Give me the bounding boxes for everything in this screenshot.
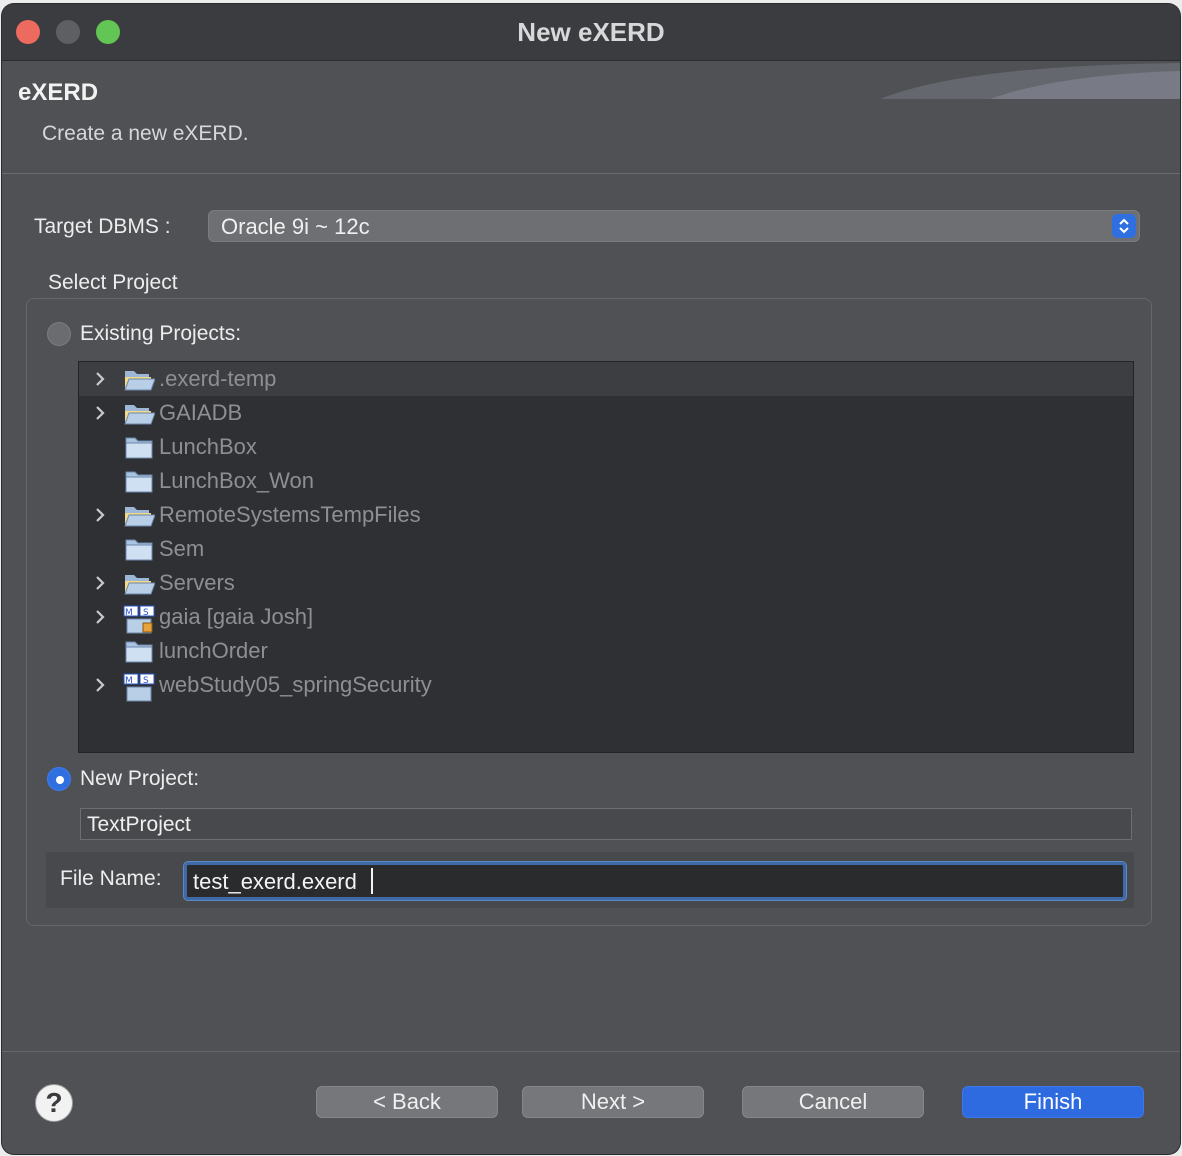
chevron-right-icon[interactable] [92, 405, 108, 421]
tree-item[interactable]: M SwebStudy05_springSecurity [79, 668, 1133, 702]
project-tree[interactable]: .exerd-temp GAIADB LunchBox LunchBox_Won Rem… [78, 361, 1134, 753]
svg-text:S: S [143, 608, 149, 618]
chevron-right-icon[interactable] [92, 371, 108, 387]
file-name-input-wrapper [183, 861, 1127, 901]
tree-item[interactable]: .exerd-temp [79, 362, 1133, 396]
closed-folder-icon [123, 469, 155, 495]
footer-divider [2, 1051, 1180, 1052]
existing-projects-radio[interactable] [47, 322, 71, 346]
new-project-name-value: TextProject [87, 813, 191, 836]
wizard-page-title: eXERD [18, 79, 99, 106]
next-button[interactable]: Next > [522, 1086, 704, 1118]
finish-button[interactable]: Finish [962, 1086, 1144, 1118]
closed-folder-icon [123, 435, 155, 461]
file-name-input[interactable] [193, 869, 1093, 895]
closed-folder-icon [123, 639, 155, 665]
tree-item-label: Sem [159, 536, 205, 561]
tree-item[interactable]: lunchOrder [79, 634, 1133, 668]
target-dbms-label: Target DBMS : [34, 215, 171, 238]
banner-wave-graphic [880, 63, 1180, 99]
new-exerd-dialog: New eXERD eXERD Create a new eXERD. Targ… [2, 4, 1180, 1154]
target-dbms-select[interactable]: Oracle 9i ~ 12c [208, 210, 1140, 242]
existing-projects-label: Existing Projects: [80, 322, 242, 345]
chevron-right-icon[interactable] [92, 677, 108, 693]
select-project-label: Select Project [48, 271, 178, 294]
svg-text:S: S [143, 676, 149, 686]
open-folder-icon [123, 571, 156, 597]
tree-item[interactable]: Sem [79, 532, 1133, 566]
back-button[interactable]: < Back [316, 1086, 498, 1118]
help-button[interactable]: ? [35, 1084, 73, 1122]
tree-item[interactable]: LunchBox_Won [79, 464, 1133, 498]
maven-project-icon: MS [123, 673, 155, 702]
tree-item-label: Servers [159, 570, 235, 595]
tree-item[interactable]: M Sgaia [gaia Josh] [79, 600, 1133, 634]
wizard-header: eXERD Create a new eXERD. [2, 61, 1180, 174]
radio-selected-dot [56, 776, 64, 784]
closed-folder-icon [123, 537, 155, 563]
new-project-radio[interactable] [47, 767, 71, 791]
new-project-name-field[interactable]: TextProject [80, 808, 1132, 840]
file-name-label: File Name: [60, 867, 162, 890]
svg-text:M: M [125, 676, 133, 686]
open-folder-icon [123, 367, 156, 393]
tree-item-label: LunchBox [159, 434, 257, 459]
chevron-right-icon[interactable] [92, 609, 108, 625]
tree-item-label: gaia [gaia Josh] [159, 604, 314, 629]
svg-text:M: M [125, 608, 133, 618]
title-bar: New eXERD [2, 4, 1180, 61]
tree-item-label: GAIADB [159, 400, 243, 425]
up-down-chevron-icon [1112, 214, 1136, 238]
chevron-right-icon[interactable] [92, 575, 108, 591]
tree-item-label: RemoteSystemsTempFiles [159, 502, 421, 527]
tree-item[interactable]: GAIADB [79, 396, 1133, 430]
tree-item[interactable]: LunchBox [79, 430, 1133, 464]
tree-item[interactable]: RemoteSystemsTempFiles [79, 498, 1133, 532]
tree-item-label: LunchBox_Won [159, 468, 314, 493]
window-title: New eXERD [517, 17, 665, 47]
open-folder-icon [123, 401, 156, 427]
text-caret [371, 868, 373, 894]
open-folder-icon [123, 503, 156, 529]
chevron-right-icon[interactable] [92, 507, 108, 523]
target-dbms-value: Oracle 9i ~ 12c [221, 214, 370, 239]
tree-item-label: webStudy05_springSecurity [159, 672, 432, 697]
tree-item-label: .exerd-temp [159, 366, 277, 391]
wizard-page-description: Create a new eXERD. [42, 122, 249, 145]
new-project-label: New Project: [80, 767, 200, 790]
tree-item[interactable]: Servers [79, 566, 1133, 600]
cancel-button[interactable]: Cancel [742, 1086, 924, 1118]
maven-project-locked-icon: MS [123, 605, 155, 634]
tree-item-label: lunchOrder [159, 638, 268, 663]
